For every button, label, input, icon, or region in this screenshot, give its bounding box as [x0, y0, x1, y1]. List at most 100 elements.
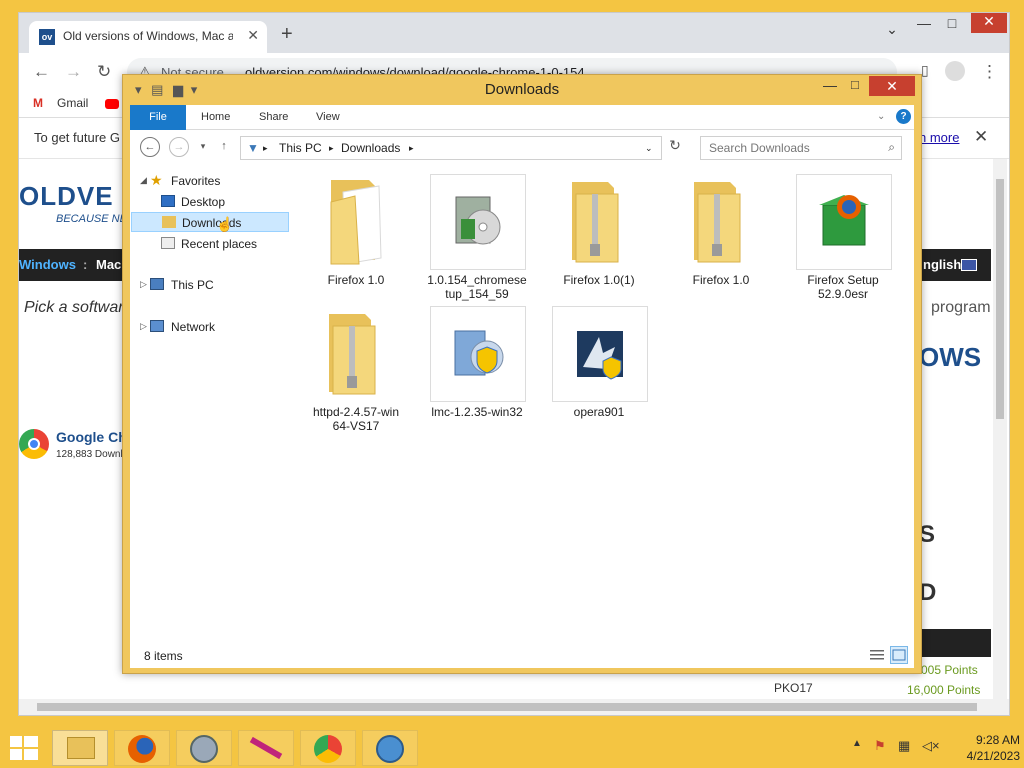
large-icons-view-icon[interactable] [890, 646, 908, 664]
explorer-maximize-button[interactable]: □ [851, 77, 859, 92]
nav-network[interactable]: ▷ Network [130, 317, 288, 337]
collapse-arrow-icon[interactable]: ◢ [140, 175, 147, 186]
expand-arrow-icon[interactable]: ▷ [140, 279, 147, 290]
pick-software-text: Pick a softwar [24, 299, 124, 316]
system-clock[interactable]: 9:28 AM 4/21/2023 [940, 732, 1020, 764]
up-arrow-icon[interactable]: ↑ [215, 137, 233, 155]
folder-down-icon[interactable]: ▾ [135, 82, 142, 97]
desktop-icon [161, 195, 175, 207]
chrome-tab[interactable]: ov Old versions of Windows, Mac and ✕ [29, 21, 267, 53]
quick-access-toolbar[interactable]: ▾ ▤ ▆ ▾ [135, 82, 197, 98]
user-pko17[interactable]: PKO17 [774, 681, 813, 695]
page-horizontal-scrollbar[interactable] [19, 699, 1009, 715]
taskbar-app-4[interactable] [238, 730, 294, 766]
taskbar-explorer[interactable] [52, 730, 108, 766]
tab-view[interactable]: View [316, 105, 340, 129]
nav-mac[interactable]: Mac [96, 257, 121, 272]
breadcrumb-separator-icon[interactable]: ▸ [263, 143, 268, 154]
navigation-pane: ◢ ★ Favorites Desktop Downloads ☝ Recent… [130, 164, 290, 640]
taskbar-app-3[interactable] [176, 730, 232, 766]
recent-locations-icon[interactable]: ▾ [194, 137, 212, 155]
file-item[interactable]: Firefox Setup 52.9.0esr [788, 174, 898, 306]
file-item[interactable]: Firefox 1.0 [666, 174, 776, 306]
back-icon[interactable]: ← [33, 62, 50, 82]
address-dropdown-icon[interactable]: ⌄ [645, 143, 653, 154]
chrome-icon [314, 735, 342, 763]
us-flag-icon [961, 259, 977, 271]
tab-close-icon[interactable]: ✕ [247, 27, 259, 44]
opera-installer-icon [552, 306, 648, 402]
ribbon-tabs: File Home Share View ⌄ ? [130, 105, 914, 237]
download-name[interactable]: Google Ch [56, 429, 127, 445]
info-bar-close-icon[interactable]: ✕ [974, 127, 988, 147]
file-item[interactable]: Firefox 1.0(1) [544, 174, 654, 306]
downloads-folder-icon [162, 216, 176, 228]
nav-desktop[interactable]: Desktop [130, 192, 288, 212]
search-icon[interactable]: ⌕ [888, 140, 895, 155]
details-view-icon[interactable] [868, 646, 886, 664]
file-item[interactable]: opera901 [544, 306, 654, 438]
nav-language[interactable]: nglish [923, 257, 961, 272]
help-icon[interactable]: ? [896, 109, 911, 124]
action-center-flag-icon[interactable]: ⚑ [874, 738, 886, 754]
reload-icon[interactable]: ↻ [97, 62, 111, 82]
chrome-minimize-button[interactable]: — [909, 15, 939, 31]
explorer-minimize-button[interactable]: — [823, 77, 837, 93]
star-icon: ★ [150, 172, 163, 188]
customize-qat-icon[interactable]: ▾ [191, 82, 198, 97]
breadcrumb-separator-icon[interactable]: ▸ [409, 143, 414, 154]
explorer-close-button[interactable]: ✕ [869, 76, 915, 96]
file-item[interactable]: Firefox 1.0 [301, 174, 411, 306]
expand-ribbon-icon[interactable]: ⌄ [877, 105, 885, 129]
learn-more-link[interactable]: n more [919, 130, 959, 145]
taskbar-firefox[interactable] [114, 730, 170, 766]
expand-arrow-icon[interactable]: ▷ [140, 321, 147, 332]
file-explorer-icon [67, 737, 95, 759]
new-folder-icon[interactable]: ▆ [173, 82, 183, 97]
refresh-icon[interactable]: ↻ [666, 136, 684, 154]
chrome-maximize-button[interactable]: □ [937, 15, 967, 31]
back-arrow-icon[interactable]: ← [140, 137, 160, 157]
breadcrumb-downloads[interactable]: Downloads [341, 141, 400, 155]
breadcrumb-separator-icon[interactable]: ▸ [329, 143, 334, 154]
nav-downloads[interactable]: Downloads ☝ [131, 212, 289, 232]
nav-recent-places[interactable]: Recent places [130, 234, 288, 254]
info-bar-text: To get future G [34, 130, 120, 145]
nav-windows[interactable]: Windows [19, 257, 76, 272]
explorer-title-bar[interactable]: Downloads ▾ ▤ ▆ ▾ — □ ✕ [123, 75, 921, 105]
network-tray-icon[interactable]: ▦ [898, 738, 910, 754]
taskbar-app-6[interactable] [362, 730, 418, 766]
nav-this-pc[interactable]: ▷ This PC [130, 275, 288, 295]
file-item[interactable]: 1.0.154_chromese tup_154_59 [422, 174, 532, 306]
forward-arrow-icon[interactable]: → [169, 137, 189, 157]
forward-icon[interactable]: → [65, 62, 82, 82]
window-title: Downloads [484, 81, 560, 98]
bookmark-gmail[interactable]: Gmail [57, 96, 88, 110]
app-refresh-icon [190, 735, 218, 763]
new-tab-button[interactable]: + [281, 23, 293, 46]
youtube-icon[interactable] [105, 99, 119, 109]
file-item[interactable]: httpd-2.4.57-win 64-VS17 [301, 306, 411, 438]
search-downloads-input[interactable]: Search Downloads ⌕ [700, 136, 902, 160]
tab-home[interactable]: Home [201, 105, 230, 129]
extensions-icon[interactable]: ▯ [921, 62, 929, 79]
file-item[interactable]: lmc-1.2.35-win32 [422, 306, 532, 438]
menu-kebab-icon[interactable]: ⋮ [981, 62, 998, 82]
windows-start-icon[interactable] [10, 736, 38, 762]
points-1: 005 Points [921, 663, 978, 677]
site-logo[interactable]: OLDVE [19, 181, 114, 212]
nav-label: Network [171, 320, 216, 334]
nav-favorites[interactable]: ◢ ★ Favorites [130, 171, 288, 191]
chrome-close-button[interactable]: ✕ [971, 13, 1007, 33]
show-hidden-icons-icon[interactable]: ▲ [852, 738, 862, 749]
breadcrumb-this-pc[interactable]: This PC [279, 141, 322, 155]
file-name: opera901 [573, 405, 625, 419]
page-vertical-scrollbar[interactable] [993, 159, 1007, 699]
properties-icon[interactable]: ▤ [151, 82, 163, 97]
tab-search-chevron-icon[interactable]: ⌄ [877, 21, 907, 38]
profile-avatar-icon[interactable] [945, 61, 965, 81]
breadcrumb[interactable]: ▼ ▸ This PC ▸ Downloads ▸ ⌄ [240, 136, 662, 160]
tab-share[interactable]: Share [259, 105, 288, 129]
taskbar-chrome[interactable] [300, 730, 356, 766]
volume-muted-icon[interactable]: ◁× [922, 738, 940, 754]
